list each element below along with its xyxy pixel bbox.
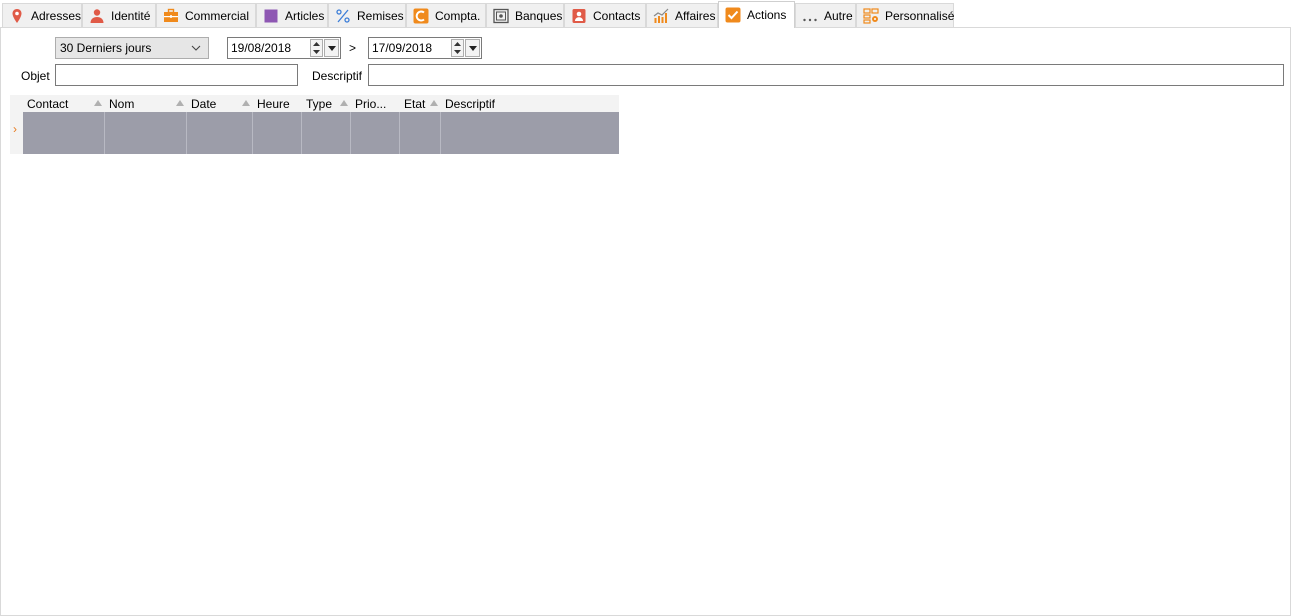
tab-label: Actions xyxy=(747,8,787,22)
date-to-value: 17/09/2018 xyxy=(372,41,433,55)
ellipsis-icon xyxy=(803,18,817,21)
cell-divider xyxy=(186,112,187,154)
date-from-spinner[interactable] xyxy=(310,39,323,57)
column-header-label: Heure xyxy=(257,96,290,111)
tab-label: Affaires xyxy=(675,8,716,23)
column-header-label: Type xyxy=(306,96,333,111)
date-from-field[interactable]: 19/08/2018 xyxy=(227,37,341,59)
column-header-label: Date xyxy=(191,96,217,111)
tab-remises[interactable]: Remises xyxy=(328,3,406,27)
sort-arrow-icon xyxy=(94,100,102,106)
column-header-etat[interactable]: Etat xyxy=(400,95,441,112)
cell-divider xyxy=(350,112,351,154)
actions-grid: Contact Nom Date Heure Type Prio... Etat… xyxy=(10,95,619,154)
person-icon xyxy=(90,8,104,23)
tab-adresses[interactable]: Adresses xyxy=(2,3,82,27)
sort-arrow-icon xyxy=(242,100,250,106)
safe-icon xyxy=(493,8,509,23)
objet-label: Objet xyxy=(21,69,50,83)
objet-input[interactable] xyxy=(55,64,298,86)
tab-identite[interactable]: Identité xyxy=(82,3,156,27)
grid-header: Contact Nom Date Heure Type Prio... Etat… xyxy=(10,95,619,112)
tab-label: Commercial xyxy=(185,8,250,23)
dropdown-arrow-icon xyxy=(468,45,477,51)
spin-down-icon[interactable] xyxy=(452,48,463,56)
date-from-dropdown-button[interactable] xyxy=(324,39,339,57)
column-header-label: Prio... xyxy=(355,96,387,111)
percent-icon xyxy=(336,8,350,23)
column-header-date[interactable]: Date xyxy=(187,95,253,112)
tab-label: Adresses xyxy=(31,8,82,23)
current-row-icon: › xyxy=(13,122,17,136)
chevron-down-icon xyxy=(191,45,201,51)
briefcase-icon xyxy=(164,8,178,22)
date-to-dropdown-button[interactable] xyxy=(465,39,480,57)
tab-label: Banques xyxy=(515,8,563,23)
descriptif-input[interactable] xyxy=(368,64,1284,86)
tab-personnalise[interactable]: Personnalisé xyxy=(856,3,954,27)
map-pin-icon xyxy=(12,8,22,23)
tab-bar: Adresses Identité Commercial Articles Re… xyxy=(0,0,1291,28)
c-logo-icon xyxy=(413,8,429,23)
tab-label: Autre xyxy=(824,8,853,23)
tab-label: Compta. xyxy=(435,8,481,23)
cell-divider xyxy=(104,112,105,154)
custom-grid-icon xyxy=(863,7,879,24)
row-indicator: › xyxy=(10,112,23,154)
tab-label: Articles xyxy=(285,8,325,23)
column-header-label: Nom xyxy=(109,96,135,111)
tab-label: Personnalisé xyxy=(885,8,955,23)
period-select-value: 30 Derniers jours xyxy=(60,41,152,55)
sort-arrow-icon xyxy=(340,100,348,106)
tab-label: Identité xyxy=(111,8,151,23)
column-header-descriptif[interactable]: Descriptif xyxy=(441,95,619,112)
column-header-nom[interactable]: Nom xyxy=(105,95,187,112)
trend-chart-icon xyxy=(653,8,669,23)
dropdown-arrow-icon xyxy=(327,45,336,51)
tab-contacts[interactable]: Contacts xyxy=(564,3,646,27)
table-row[interactable] xyxy=(23,112,619,154)
tab-banques[interactable]: Banques xyxy=(486,3,564,27)
checkbox-icon xyxy=(725,7,741,23)
period-select[interactable]: 30 Derniers jours xyxy=(55,37,209,59)
column-header-label: Descriptif xyxy=(445,96,496,111)
column-header-heure[interactable]: Heure xyxy=(253,95,302,112)
column-header-priorite[interactable]: Prio... xyxy=(351,95,400,112)
cell-divider xyxy=(252,112,253,154)
column-header-contact[interactable]: Contact xyxy=(23,95,105,112)
date-from-value: 19/08/2018 xyxy=(231,41,292,55)
spin-down-icon[interactable] xyxy=(311,48,322,56)
spin-up-icon[interactable] xyxy=(311,40,322,48)
date-to-spinner[interactable] xyxy=(451,39,464,57)
tab-compta[interactable]: Compta. xyxy=(406,3,486,27)
sort-arrow-icon xyxy=(176,100,184,106)
square-icon xyxy=(264,9,278,22)
descriptif-label: Descriptif xyxy=(312,69,363,83)
sort-arrow-icon xyxy=(430,100,438,106)
column-header-label: Etat xyxy=(404,96,426,111)
tab-label: Contacts xyxy=(593,8,641,23)
tab-articles[interactable]: Articles xyxy=(256,3,328,27)
tab-affaires[interactable]: Affaires xyxy=(646,3,718,27)
cell-divider xyxy=(399,112,400,154)
column-header-type[interactable]: Type xyxy=(302,95,351,112)
contact-card-icon xyxy=(572,8,586,23)
date-to-field[interactable]: 17/09/2018 xyxy=(368,37,482,59)
cell-divider xyxy=(301,112,302,154)
tab-label: Remises xyxy=(357,8,404,23)
tab-commercial[interactable]: Commercial xyxy=(156,3,256,27)
cell-divider xyxy=(440,112,441,154)
date-range-separator: > xyxy=(349,41,357,55)
tab-autre[interactable]: Autre xyxy=(795,3,856,27)
spin-up-icon[interactable] xyxy=(452,40,463,48)
column-header-label: Contact xyxy=(27,96,69,111)
tab-actions[interactable]: Actions xyxy=(718,1,795,28)
